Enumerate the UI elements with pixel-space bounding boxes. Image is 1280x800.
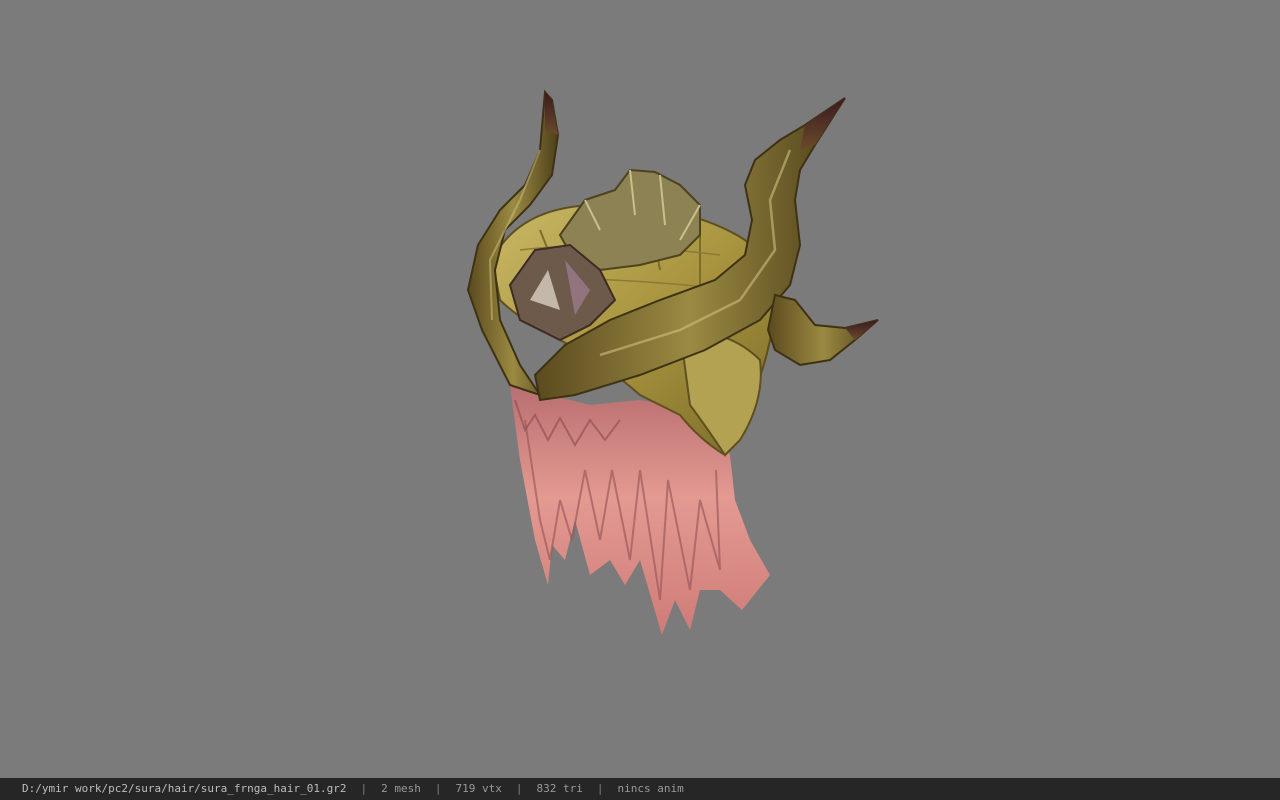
vertex-count-label: 719 vtx — [455, 782, 502, 795]
separator: | — [596, 782, 604, 795]
separator: | — [515, 782, 523, 795]
separator: | — [434, 782, 442, 795]
small-side-horn — [766, 293, 879, 367]
separator: | — [360, 782, 368, 795]
mesh-count-label: 2 mesh — [381, 782, 421, 795]
horned-helmet-hair-model[interactable] — [0, 0, 1280, 778]
file-path-label: D:/ymir work/pc2/sura/hair/sura_frnga_ha… — [22, 782, 347, 795]
3d-viewport[interactable] — [0, 0, 1280, 778]
animation-status-label: nincs anim — [617, 782, 684, 795]
triangle-count-label: 832 tri — [536, 782, 583, 795]
status-bar: D:/ymir work/pc2/sura/hair/sura_frnga_ha… — [0, 778, 1280, 800]
